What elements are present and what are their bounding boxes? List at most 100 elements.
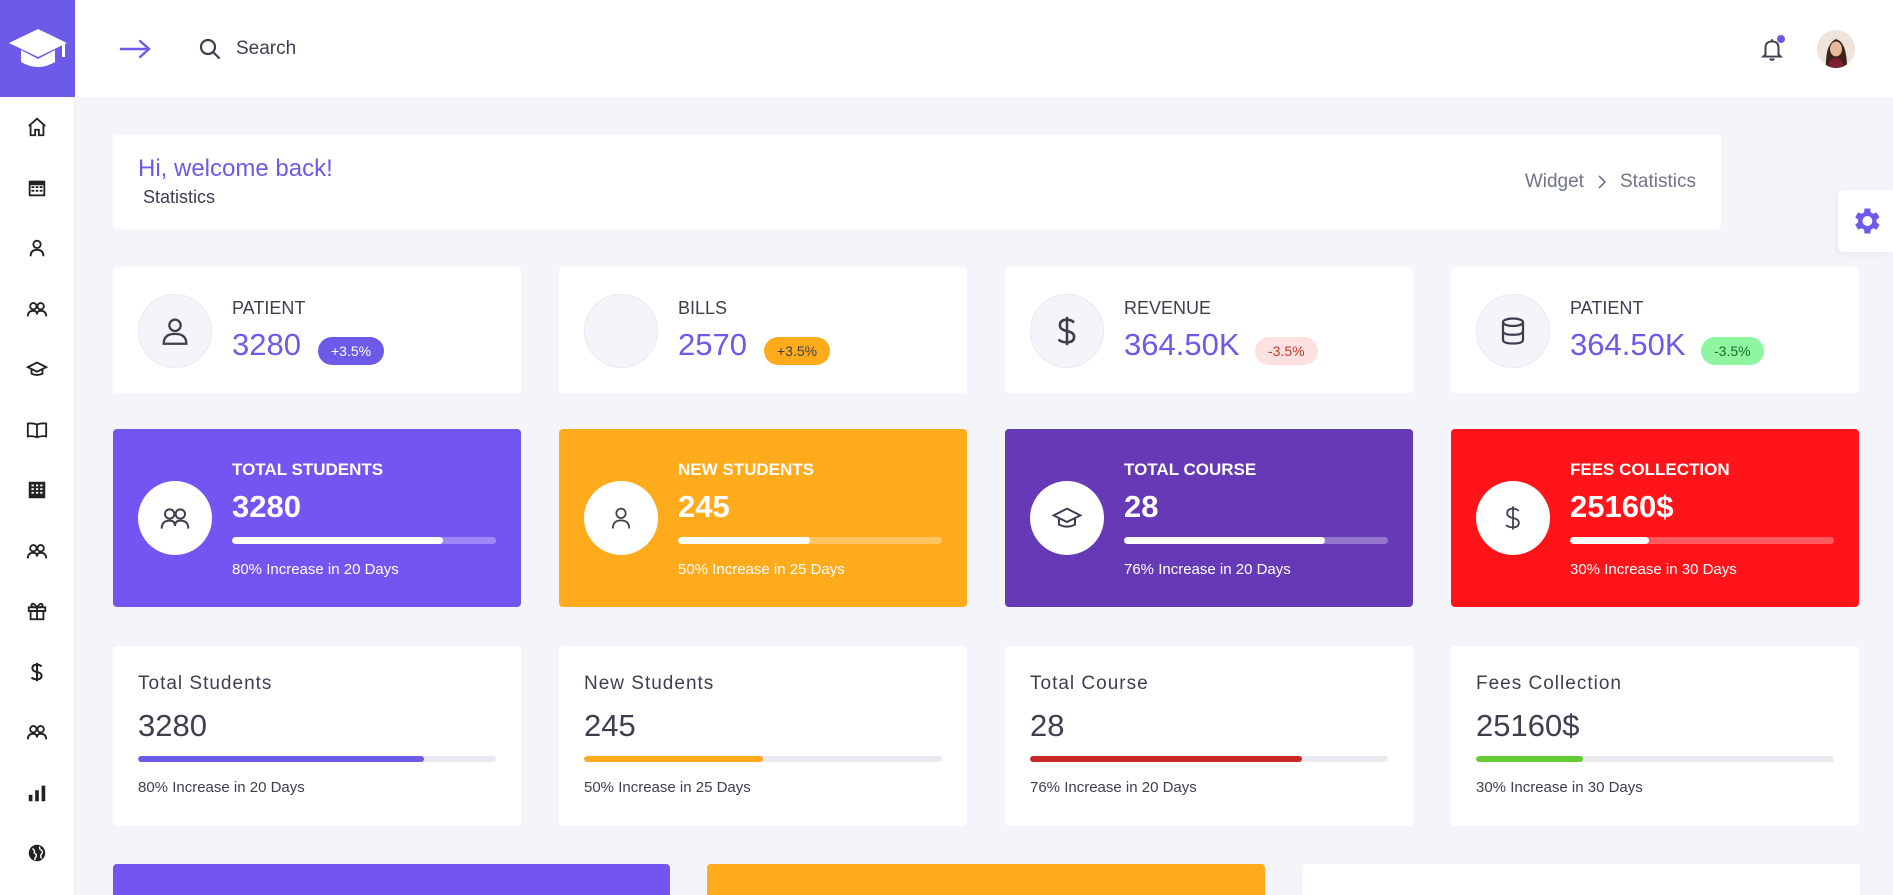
summary-card-new-students: New Students 245 50% Increase in 25 Days xyxy=(559,646,967,826)
sidebar-item-staff[interactable] xyxy=(0,521,74,582)
app-logo[interactable] xyxy=(0,0,75,97)
progress-fill xyxy=(1124,537,1325,544)
calendar-icon xyxy=(28,180,46,196)
header-actions xyxy=(1757,29,1855,68)
card-note: 30% Increase in 30 Days xyxy=(1476,779,1643,796)
sidebar-item-building[interactable] xyxy=(0,460,74,521)
search-bar xyxy=(198,37,536,61)
stat-card-bills: BILLS 2570 +3.5% xyxy=(559,267,967,393)
peek-card-1 xyxy=(113,864,670,895)
stat-label: REVENUE xyxy=(1124,298,1212,318)
progress-bar xyxy=(1124,537,1388,544)
card-value: 25160$ xyxy=(1570,489,1674,524)
sidebar xyxy=(0,0,75,895)
search-input[interactable] xyxy=(236,37,536,60)
card-label: Total Students xyxy=(138,673,273,694)
stat-value: 3280 xyxy=(232,327,301,362)
dollar-icon xyxy=(1057,316,1076,346)
arrow-right-icon xyxy=(119,39,151,58)
sidebar-item-parents[interactable] xyxy=(0,702,74,763)
sidebar-item-gift[interactable] xyxy=(0,581,74,642)
graduation-cap-icon xyxy=(8,28,67,67)
summary-card-total-students: Total Students 3280 80% Increase in 20 D… xyxy=(113,646,521,826)
settings-button[interactable] xyxy=(1838,190,1893,252)
breadcrumb-widget[interactable]: Widget xyxy=(1525,171,1584,193)
breadcrumb-statistics[interactable]: Statistics xyxy=(1620,171,1696,193)
progress-fill xyxy=(678,537,810,544)
sidebar-item-courses[interactable] xyxy=(0,339,74,400)
card-value: 3280 xyxy=(138,708,207,743)
sidebar-toggle-button[interactable] xyxy=(117,31,153,67)
progress-bar xyxy=(138,756,496,762)
dollar-icon xyxy=(1505,506,1520,530)
card-value: 245 xyxy=(678,489,730,524)
card-note: 50% Increase in 25 Days xyxy=(678,561,845,578)
stat-badge: -3.5% xyxy=(1255,337,1318,365)
sidebar-item-fees[interactable] xyxy=(0,642,74,703)
card-note: 50% Increase in 25 Days xyxy=(584,779,751,796)
card-value: 25160$ xyxy=(1476,708,1580,743)
stat-icon-circle xyxy=(138,294,212,368)
notifications-button[interactable] xyxy=(1757,34,1787,64)
card-value: 28 xyxy=(1030,708,1065,743)
card-icon-circle xyxy=(138,481,212,555)
gear-icon xyxy=(1854,208,1880,234)
card-value: 3280 xyxy=(232,489,301,524)
sidebar-item-users[interactable] xyxy=(0,279,74,340)
stat-icon-circle xyxy=(1476,294,1550,368)
progress-bar xyxy=(1030,756,1388,762)
sidebar-item-calendar[interactable] xyxy=(0,158,74,219)
stat-badge: -3.5% xyxy=(1701,337,1764,365)
welcome-title: Hi, welcome back! xyxy=(138,155,333,182)
stat-value: 364.50K xyxy=(1124,327,1240,362)
colored-card-total-students: TOTAL STUDENTS 3280 80% Increase in 20 D… xyxy=(113,429,521,607)
card-note: 76% Increase in 20 Days xyxy=(1124,561,1291,578)
stat-card-patient-2: PATIENT 364.50K -3.5% xyxy=(1451,267,1859,393)
colored-card-fees-collection: FEES COLLECTION 25160$ 30% Increase in 3… xyxy=(1451,429,1859,607)
stat-card-patient: PATIENT 3280 +3.5% xyxy=(113,267,521,393)
user-icon xyxy=(611,507,631,529)
progress-fill xyxy=(584,756,763,762)
sidebar-nav xyxy=(0,97,74,884)
stat-icon-circle xyxy=(584,294,658,368)
sidebar-item-reports[interactable] xyxy=(0,763,74,824)
book-icon xyxy=(26,422,48,439)
chevron-right-icon xyxy=(1598,175,1607,189)
sidebar-item-user[interactable] xyxy=(0,218,74,279)
users-icon xyxy=(26,301,48,317)
peek-card-3 xyxy=(1302,864,1860,895)
progress-fill xyxy=(232,537,444,544)
bar-chart-icon xyxy=(28,785,46,801)
progress-bar xyxy=(1570,537,1834,544)
graduation-cap-icon xyxy=(1051,507,1083,528)
progress-bar xyxy=(232,537,496,544)
stat-label: PATIENT xyxy=(232,298,306,318)
sidebar-item-home[interactable] xyxy=(0,97,74,158)
user-icon xyxy=(29,240,45,257)
card-icon-circle xyxy=(584,481,658,555)
user-icon xyxy=(162,318,188,345)
dollar-icon xyxy=(30,662,43,681)
database-icon xyxy=(1501,317,1525,345)
users-icon xyxy=(160,508,190,529)
card-label: FEES COLLECTION xyxy=(1570,460,1730,479)
search-icon[interactable] xyxy=(198,37,222,61)
sidebar-item-library[interactable] xyxy=(0,400,74,461)
graduation-cap-icon xyxy=(26,361,48,377)
user-avatar[interactable] xyxy=(1817,29,1855,68)
card-icon-circle xyxy=(1476,481,1550,555)
card-note: 76% Increase in 20 Days xyxy=(1030,779,1197,796)
sidebar-item-globe[interactable] xyxy=(0,823,74,884)
building-icon xyxy=(28,482,46,499)
card-label: TOTAL COURSE xyxy=(1124,460,1257,479)
stat-card-revenue: REVENUE 364.50K -3.5% xyxy=(1005,267,1413,393)
card-note: 80% Increase in 20 Days xyxy=(232,561,399,578)
progress-bar xyxy=(678,537,942,544)
avatar-image xyxy=(1817,29,1855,68)
home-icon xyxy=(28,117,46,137)
colored-card-new-students: NEW STUDENTS 245 50% Increase in 25 Days xyxy=(559,429,967,607)
card-icon-circle xyxy=(1030,481,1104,555)
notification-dot xyxy=(1777,34,1785,43)
card-value: 245 xyxy=(584,708,636,743)
stat-label: PATIENT xyxy=(1570,298,1644,318)
